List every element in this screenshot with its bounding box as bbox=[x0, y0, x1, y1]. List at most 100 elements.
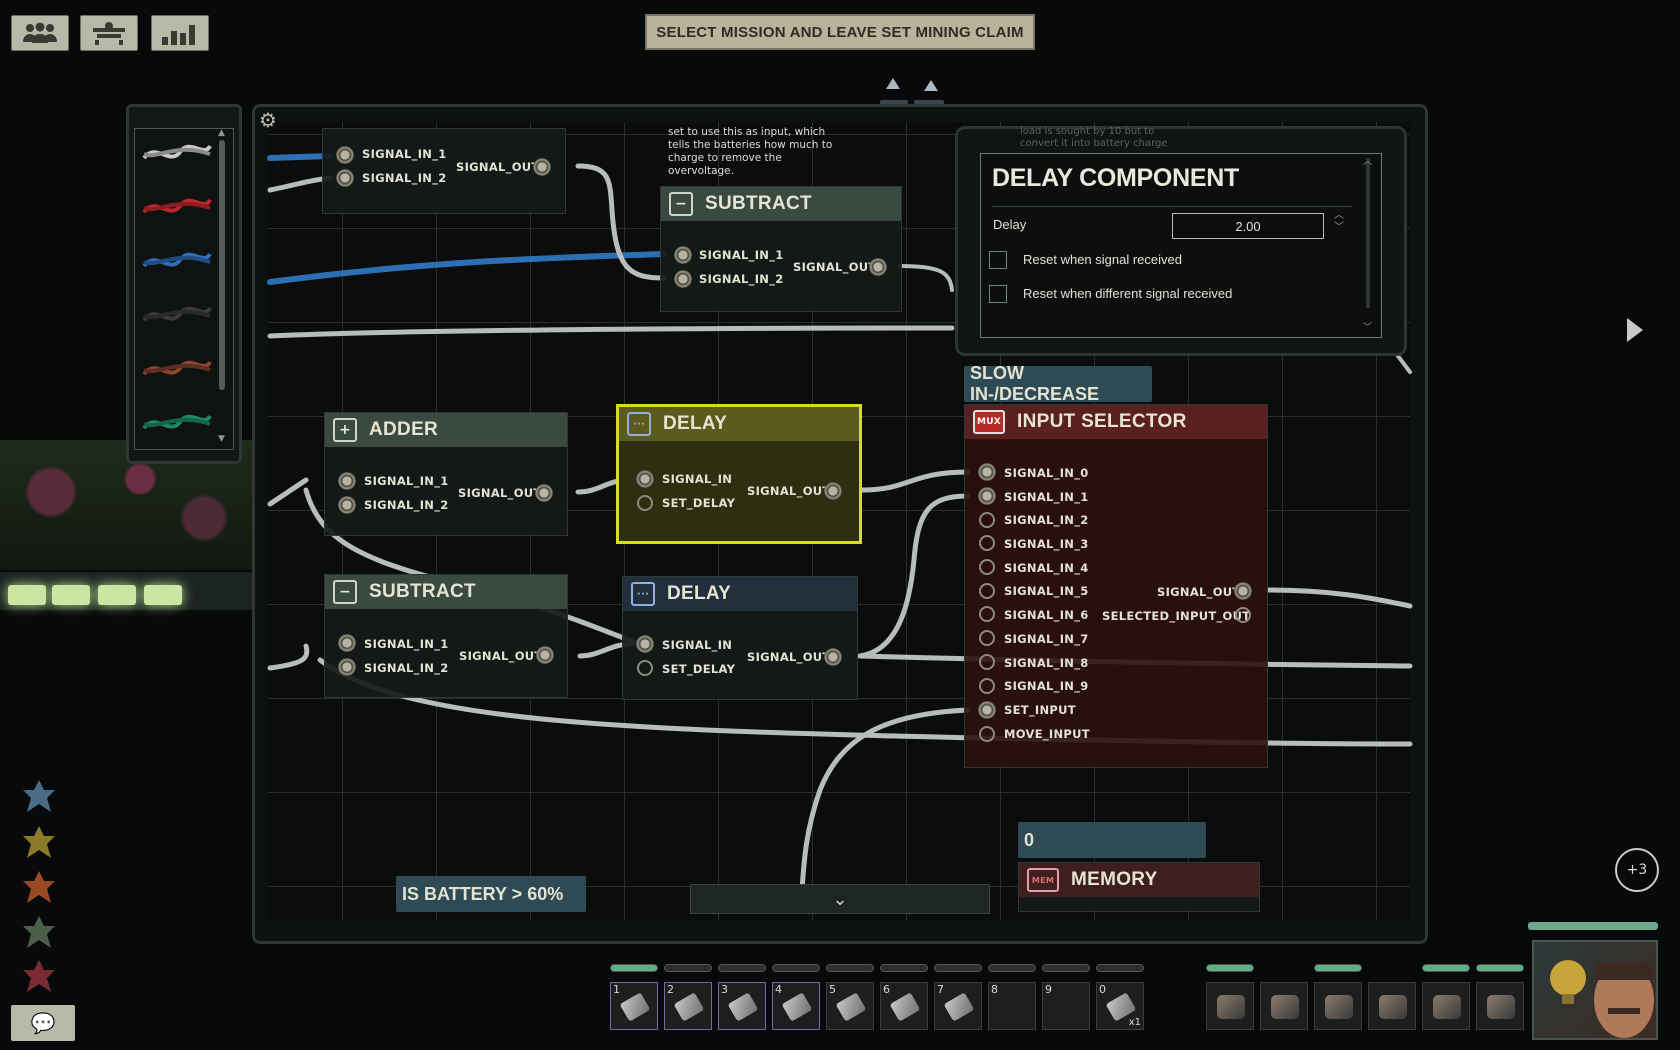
component-header[interactable]: MUX INPUT SELECTOR bbox=[965, 405, 1267, 439]
output-connector[interactable] bbox=[824, 648, 842, 666]
input-connector[interactable] bbox=[336, 146, 354, 164]
delay-input[interactable] bbox=[1172, 213, 1324, 239]
output-connector[interactable] bbox=[533, 158, 551, 176]
hotbar-slot[interactable]: 9 bbox=[1042, 982, 1090, 1030]
talent-1-icon[interactable] bbox=[20, 778, 58, 816]
talent-2-icon[interactable] bbox=[20, 824, 58, 862]
output-connector[interactable] bbox=[869, 258, 887, 276]
input-connector[interactable] bbox=[637, 495, 653, 511]
input-connector[interactable] bbox=[338, 634, 356, 652]
input-connector[interactable] bbox=[636, 470, 654, 488]
component-header[interactable]: ··· DELAY bbox=[619, 407, 859, 441]
output-connector[interactable] bbox=[536, 646, 554, 664]
component-header[interactable]: − SUBTRACT bbox=[325, 575, 567, 609]
reset-on-signal-checkbox[interactable] bbox=[989, 251, 1007, 269]
label-node-slow[interactable]: SLOW IN-/DECREASE bbox=[964, 363, 1152, 404]
input-connector[interactable] bbox=[336, 169, 354, 187]
input-connector[interactable] bbox=[979, 606, 995, 622]
equipment-slot[interactable] bbox=[1422, 982, 1470, 1030]
input-connector[interactable] bbox=[338, 472, 356, 490]
component-header[interactable]: − SUBTRACT bbox=[661, 187, 901, 221]
input-connector[interactable] bbox=[978, 463, 996, 481]
equipment-slot[interactable] bbox=[1368, 982, 1416, 1030]
hotbar-slot[interactable]: 4 bbox=[772, 982, 820, 1030]
screwdriver-icon bbox=[781, 992, 813, 1022]
talent-5-icon[interactable] bbox=[20, 958, 58, 996]
input-connector[interactable] bbox=[636, 635, 654, 653]
input-connector[interactable] bbox=[979, 535, 995, 551]
input-connector[interactable] bbox=[338, 496, 356, 514]
subtract-component[interactable]: − SUBTRACT bbox=[324, 574, 568, 698]
hotbar-slot[interactable]: 8 bbox=[988, 982, 1036, 1030]
helmet-icon bbox=[1271, 995, 1299, 1019]
output-connector[interactable] bbox=[1234, 582, 1252, 600]
flashlight-icon bbox=[889, 992, 921, 1022]
input-connector[interactable] bbox=[978, 487, 996, 505]
slot-condition-bar bbox=[772, 964, 820, 972]
memory-component[interactable]: MEM MEMORY bbox=[1018, 862, 1260, 912]
hotbar-slot[interactable]: 6 bbox=[880, 982, 928, 1030]
health-bar bbox=[1528, 922, 1658, 930]
output-connector[interactable] bbox=[1235, 607, 1251, 623]
tooltip-line: set to use this as input, which bbox=[668, 126, 826, 138]
pin-label: SIGNAL_IN_9 bbox=[1004, 679, 1089, 693]
equipment-slot[interactable] bbox=[1476, 982, 1524, 1030]
equipment-slot[interactable] bbox=[1206, 982, 1254, 1030]
input-connector[interactable] bbox=[979, 654, 995, 670]
input-connector[interactable] bbox=[979, 512, 995, 528]
slot-number: 2 bbox=[667, 983, 674, 996]
output-connector[interactable] bbox=[535, 484, 553, 502]
chat-button[interactable]: 💬 bbox=[11, 1005, 75, 1041]
input-connector[interactable] bbox=[674, 246, 692, 264]
tooltip-line: tells the batteries how much to bbox=[668, 139, 833, 151]
component-header[interactable]: MEM MEMORY bbox=[1019, 863, 1259, 897]
component-header[interactable]: + ADDER bbox=[325, 413, 567, 447]
hotbar-slot[interactable]: 2 bbox=[664, 982, 712, 1030]
input-connector[interactable] bbox=[979, 583, 995, 599]
component-header[interactable]: ··· DELAY bbox=[623, 577, 857, 611]
delay-stepper[interactable]: ︿ ﹀ bbox=[1334, 210, 1344, 234]
collapse-panel-button[interactable]: ⌄ bbox=[690, 884, 990, 914]
output-connector[interactable] bbox=[824, 482, 842, 500]
pin-label: SIGNAL_IN_1 bbox=[1004, 490, 1089, 504]
properties-scrollbar[interactable] bbox=[1366, 158, 1370, 308]
input-connector[interactable] bbox=[979, 559, 995, 575]
input-connector[interactable] bbox=[979, 726, 995, 742]
chat-icon: 💬 bbox=[30, 1011, 56, 1035]
pin-label: SIGNAL_IN_5 bbox=[1004, 584, 1089, 598]
label-node-zero[interactable]: 0 bbox=[1018, 822, 1206, 858]
input-connector[interactable] bbox=[637, 660, 653, 676]
hotbar-slot[interactable]: 0 x1 bbox=[1096, 982, 1144, 1030]
pin-label: SIGNAL_IN_2 bbox=[362, 171, 447, 185]
input-connector[interactable] bbox=[979, 630, 995, 646]
talent-3-icon[interactable] bbox=[20, 869, 58, 907]
input-connector[interactable] bbox=[979, 678, 995, 694]
equipment-slot[interactable] bbox=[1314, 982, 1362, 1030]
tooltip-line: overvoltage. bbox=[668, 165, 734, 177]
portrait-icon bbox=[1550, 960, 1654, 1038]
pin-label: SIGNAL_IN_8 bbox=[1004, 656, 1089, 670]
slot-condition-bar bbox=[664, 964, 712, 972]
hotbar-slot[interactable]: 3 bbox=[718, 982, 766, 1030]
pin-label: SIGNAL_IN_3 bbox=[1004, 537, 1089, 551]
reset-on-different-checkbox[interactable] bbox=[989, 285, 1007, 303]
notification-badge[interactable]: +3 bbox=[1615, 848, 1659, 892]
hotbar-slot[interactable]: 7 bbox=[934, 982, 982, 1030]
scroll-down-icon[interactable]: ﹀ bbox=[1363, 320, 1372, 333]
stepper-down-icon[interactable]: ﹀ bbox=[1334, 222, 1344, 234]
equipment-slot[interactable] bbox=[1260, 982, 1308, 1030]
stepper-up-icon[interactable]: ︿ bbox=[1334, 210, 1344, 222]
delay-component[interactable]: ··· DELAY bbox=[622, 576, 858, 700]
talent-4-icon[interactable] bbox=[20, 914, 58, 952]
hotbar-slot[interactable]: 5 bbox=[826, 982, 874, 1030]
pin-label: SIGNAL_IN_0 bbox=[1004, 466, 1089, 480]
slot-count: x1 bbox=[1128, 1017, 1141, 1028]
input-connector[interactable] bbox=[978, 701, 996, 719]
character-portrait[interactable] bbox=[1532, 940, 1658, 1040]
hotbar-slot[interactable]: 1 bbox=[610, 982, 658, 1030]
pin-label: SIGNAL_IN_6 bbox=[1004, 608, 1089, 622]
input-connector[interactable] bbox=[674, 270, 692, 288]
label-node-battery[interactable]: IS BATTERY > 60% bbox=[396, 876, 586, 912]
scroll-up-icon[interactable]: ︿ bbox=[1363, 154, 1372, 167]
input-connector[interactable] bbox=[338, 658, 356, 676]
